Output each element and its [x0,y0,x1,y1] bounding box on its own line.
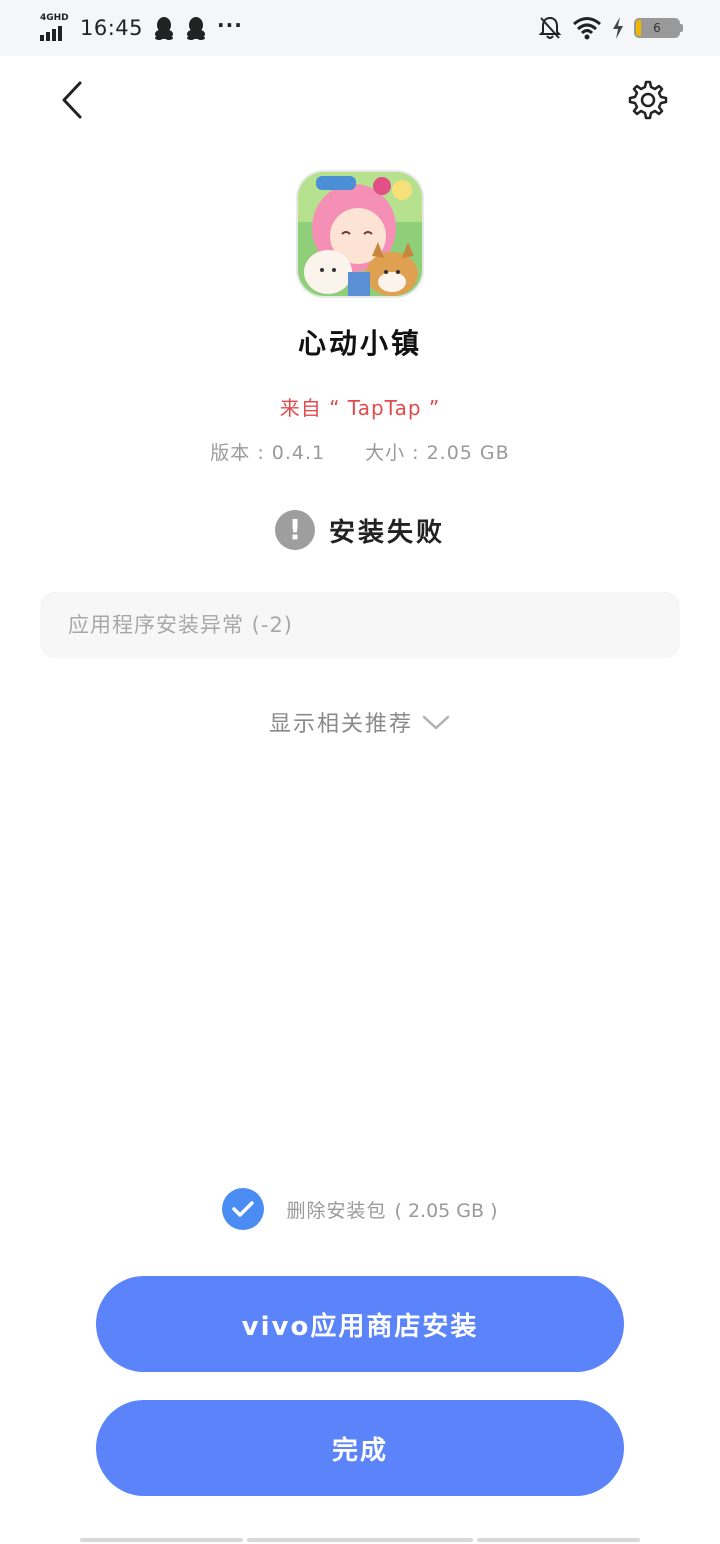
more-icon: ··· [217,13,243,37]
wifi-icon [573,17,601,40]
install-result: ! 安装失败 [0,510,720,550]
gear-icon[interactable] [626,78,670,122]
install-status: 安装失败 [328,517,445,548]
chevron-down-icon [422,715,450,730]
qq-icon [155,17,174,40]
battery-icon: 6 [634,18,683,38]
recommend-label: 显示相关推荐 [268,712,413,737]
network-type: 4GHD [40,13,69,23]
bell-off-icon [538,16,562,39]
app-meta: 版本 : 0.4.1 大小 : 2.05 GB [0,438,720,465]
checkmark-icon [232,1201,255,1217]
delete-package-size: ( 2.05 GB ) [394,1199,498,1222]
back-arrow-icon[interactable] [52,78,96,122]
status-bar-left: 4GHD 16:45 ··· [40,12,243,44]
delete-package-row[interactable]: 删除安装包 ( 2.05 GB ) [0,1188,720,1230]
app-name: 心动小镇 [297,327,422,360]
status-bar-right: 6 [538,12,683,44]
store-install-button[interactable]: vivo应用商店安装 [96,1276,624,1372]
status-bar: 4GHD 16:45 ··· 6 [0,0,720,56]
signal-icon: 4GHD [40,13,70,43]
show-recommendations-toggle[interactable]: 显示相关推荐 [0,706,720,738]
battery-level: 6 [653,21,661,35]
bottom-divider [477,1538,640,1542]
charging-icon [613,17,623,39]
app-icon [298,172,422,296]
status-time: 16:45 [80,16,144,40]
delete-package-label: 删除安装包 [286,1199,387,1222]
bottom-divider [247,1538,473,1542]
app-source: 来自 “ TapTap ” [279,396,441,420]
delete-package-checkbox[interactable] [222,1188,265,1230]
bottom-divider [80,1538,243,1542]
error-message: 应用程序安装异常 (-2) [40,592,680,658]
app-size: 大小 : 2.05 GB [365,442,510,464]
warning-icon: ! [274,510,315,550]
app-version: 版本 : 0.4.1 [210,442,326,464]
qq-icon [187,17,206,40]
done-button[interactable]: 完成 [96,1400,624,1496]
